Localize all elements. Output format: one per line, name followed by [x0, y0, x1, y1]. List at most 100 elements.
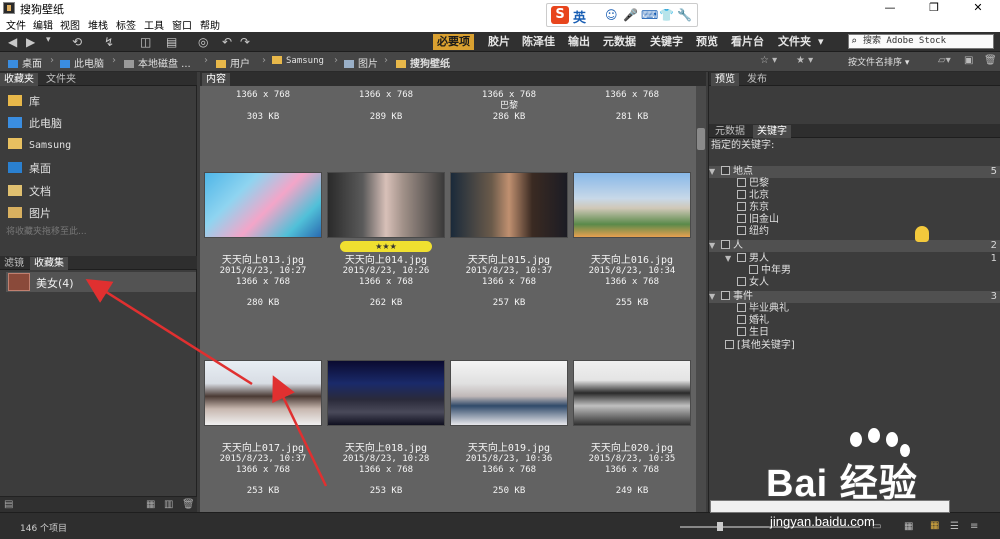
keyword-checkbox[interactable]: [737, 190, 746, 199]
workspace-preview[interactable]: 预览: [692, 34, 722, 50]
content-scrollbar[interactable]: [696, 86, 706, 512]
breadcrumb-users[interactable]: 用户: [216, 55, 250, 70]
workspace-metadata[interactable]: 元数据: [599, 34, 640, 50]
thumbnail-image[interactable]: [204, 360, 322, 426]
keyword-checkbox[interactable]: [725, 340, 734, 349]
favorite-pictures[interactable]: 图片: [8, 205, 51, 221]
keyword-checkbox[interactable]: [721, 166, 730, 175]
open-recent-icon[interactable]: ▱▾: [938, 55, 951, 66]
tab-favorites[interactable]: 收藏夹: [0, 73, 38, 86]
tab-preview[interactable]: 预览: [711, 73, 739, 86]
keyword-checkbox[interactable]: [737, 277, 746, 286]
rating-filter-icon[interactable]: ★ ▾: [796, 55, 813, 66]
history-dropdown-icon[interactable]: ▾: [46, 35, 51, 45]
thumbnail-image[interactable]: [327, 172, 445, 238]
keyword-group-people[interactable]: ▼ 人 2: [709, 240, 1000, 252]
workspace-more-dropdown[interactable]: ▾: [814, 34, 828, 50]
collapse-icon[interactable]: ▼: [709, 291, 721, 303]
ime-language[interactable]: 英: [573, 7, 586, 26]
star-filter-icon[interactable]: ☆ ▾: [760, 55, 777, 66]
workspace-output[interactable]: 输出: [564, 34, 594, 50]
favorite-this-pc[interactable]: 此电脑: [8, 115, 62, 131]
new-smart-collection-icon[interactable]: ▦: [146, 499, 155, 510]
breadcrumb-this-pc[interactable]: 此电脑: [60, 55, 104, 70]
emoji-icon[interactable]: ☺: [605, 8, 618, 22]
keyboard-icon[interactable]: ⌨: [641, 8, 658, 22]
menu-view[interactable]: 视图: [60, 17, 80, 32]
keyword-item[interactable]: 巴黎: [709, 178, 1000, 190]
rotate-right-icon[interactable]: ↷: [240, 35, 250, 49]
keyword-item[interactable]: 生日: [709, 327, 1000, 339]
stock-search-input[interactable]: 搜索 Adobe Stock: [848, 34, 994, 49]
collapse-icon[interactable]: ▼: [725, 253, 737, 265]
menu-edit[interactable]: 编辑: [33, 17, 53, 32]
collection-item[interactable]: 美女(4): [6, 272, 196, 292]
favorite-samsung[interactable]: Samsung: [8, 138, 71, 151]
tab-filter[interactable]: 滤镜: [0, 257, 28, 270]
close-button[interactable]: ✕: [956, 0, 1000, 16]
menu-file[interactable]: 文件: [6, 17, 26, 32]
menu-stack[interactable]: 堆栈: [88, 17, 108, 32]
menu-label[interactable]: 标签: [116, 17, 136, 32]
keyword-item[interactable]: 婚礼: [709, 315, 1000, 327]
keyword-item[interactable]: 中年男: [709, 265, 1000, 277]
settings-wrench-icon[interactable]: 🔧: [677, 8, 692, 22]
workspace-custom[interactable]: 陈泽佳: [518, 34, 559, 50]
sort-dropdown[interactable]: 按文件名排序 ▾: [848, 55, 909, 68]
thumbnail-image[interactable]: [327, 360, 445, 426]
new-collection-icon[interactable]: ▥: [164, 499, 173, 510]
keyword-item[interactable]: 女人: [709, 277, 1000, 289]
tab-publish[interactable]: 发布: [743, 73, 771, 86]
workspace-keywords[interactable]: 关键字: [646, 34, 687, 50]
skin-icon[interactable]: 👕: [659, 8, 674, 22]
keyword-item[interactable]: 旧金山: [709, 214, 1000, 226]
ime-toolbar[interactable]: S 英 ☺ 🎤 ⌨ 👕 🔧: [546, 3, 698, 27]
workspace-folders[interactable]: 文件夹: [774, 34, 815, 50]
breadcrumb-current[interactable]: 搜狗壁纸: [396, 55, 450, 70]
keyword-group-events[interactable]: ▼ 事件 3: [709, 291, 1000, 303]
forward-icon[interactable]: ▶: [26, 35, 35, 49]
scrollbar-thumb[interactable]: [697, 128, 705, 150]
keyword-checkbox[interactable]: [721, 240, 730, 249]
favorite-library[interactable]: 库: [8, 93, 40, 109]
thumbnail-image[interactable]: [573, 360, 691, 426]
workspace-essentials[interactable]: 必要项: [433, 34, 474, 50]
boomerang-icon[interactable]: ↯: [104, 35, 114, 49]
keyword-checkbox[interactable]: [737, 214, 746, 223]
camera-icon[interactable]: ◫: [140, 35, 151, 49]
collapse-icon[interactable]: ▼: [709, 240, 721, 252]
rating-stars[interactable]: ★★★: [340, 241, 432, 252]
keyword-item-other[interactable]: [其他关键字]: [709, 340, 1000, 352]
thumbnail-image[interactable]: [204, 172, 322, 238]
workspace-filmstrip[interactable]: 胶片: [484, 34, 514, 50]
keyword-item[interactable]: 北京: [709, 190, 1000, 202]
delete-icon[interactable]: 🗑: [984, 55, 997, 66]
menu-window[interactable]: 窗口: [172, 17, 192, 32]
keyword-group-places[interactable]: ▼ 地点 5: [709, 166, 1000, 178]
keyword-checkbox[interactable]: [737, 178, 746, 187]
refine-icon[interactable]: ▤: [166, 35, 177, 49]
keyword-checkbox[interactable]: [737, 226, 746, 235]
minimize-button[interactable]: —: [868, 0, 912, 16]
maximize-button[interactable]: ❐: [912, 0, 956, 16]
parent-folder-icon[interactable]: ⟲: [72, 35, 82, 49]
keyword-checkbox[interactable]: [737, 303, 746, 312]
keyword-item[interactable]: 纽约: [709, 226, 1000, 238]
keyword-item[interactable]: 毕业典礼: [709, 303, 1000, 315]
keyword-checkbox[interactable]: [737, 327, 746, 336]
favorite-documents[interactable]: 文档: [8, 183, 51, 199]
favorite-desktop[interactable]: 桌面: [8, 160, 51, 176]
thumbnail-image[interactable]: [450, 172, 568, 238]
thumbnail-image[interactable]: [573, 172, 691, 238]
tab-collections[interactable]: 收藏集: [30, 257, 68, 270]
microphone-icon[interactable]: 🎤: [623, 8, 638, 22]
rotate-left-icon[interactable]: ↶: [222, 35, 232, 49]
breadcrumb-samsung[interactable]: Samsung: [272, 56, 324, 66]
breadcrumb-local-disk[interactable]: 本地磁盘 ...: [124, 55, 191, 70]
menu-tools[interactable]: 工具: [144, 17, 164, 32]
menu-help[interactable]: 帮助: [200, 17, 220, 32]
keyword-checkbox[interactable]: [749, 265, 758, 274]
workspace-light-table[interactable]: 看片台: [727, 34, 768, 50]
tab-content[interactable]: 内容: [202, 73, 230, 86]
breadcrumb-desktop[interactable]: 桌面: [8, 55, 42, 70]
